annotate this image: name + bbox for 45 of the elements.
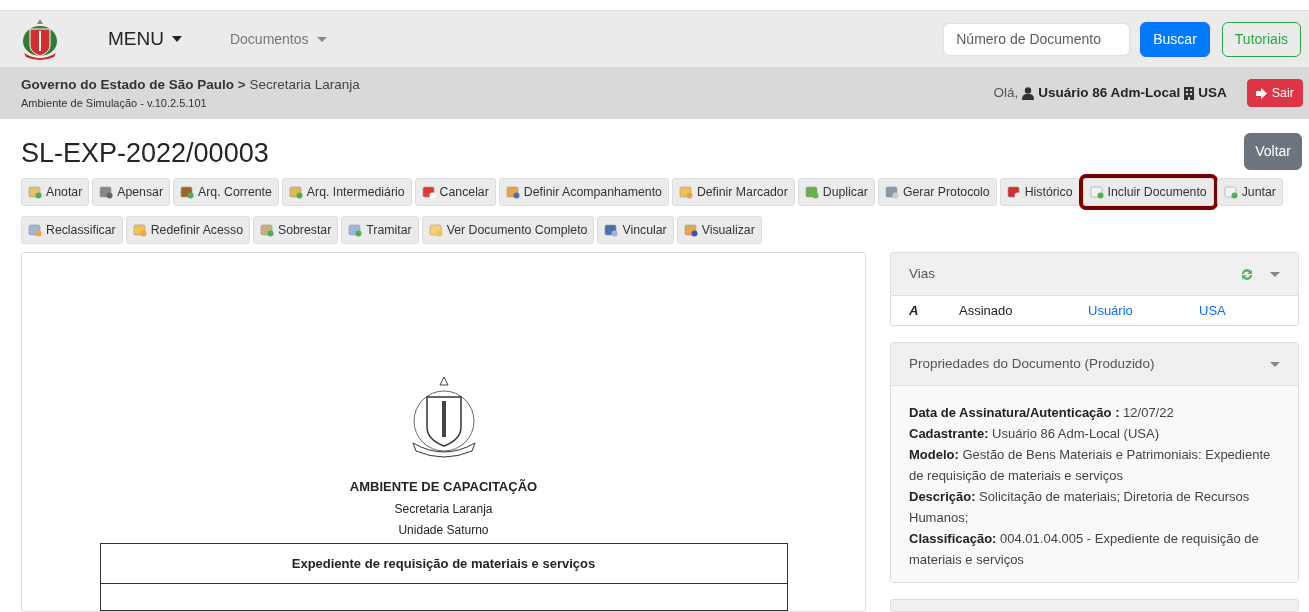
greeting-text: Olá, (993, 83, 1019, 102)
property-text: Cadastrante: Usuário 86 Adm-Local (USA) (909, 425, 1160, 443)
property-text: Data de Assinatura/Autenticação : 12/07/22 (909, 404, 1175, 422)
action-button[interactable]: Arq. Intermediário (281, 178, 412, 206)
property-text: Modelo: Gestão de Bens Materiais e Patrimoniais: Expediente de requisição de materiais e serviços (909, 446, 1272, 485)
document-number-field[interactable]: Número de Documento (943, 22, 1131, 56)
menu-dropdown[interactable]: MENU (108, 24, 182, 54)
action-button[interactable]: Visualizar (676, 216, 762, 244)
unit-name: USA (1198, 83, 1227, 102)
action-button[interactable]: Cancelar (414, 178, 496, 206)
department-name: Secretaria Laranja (394, 500, 493, 518)
document-title: SL-EXP-2022/00003 (21, 137, 269, 170)
action-button[interactable]: Tramitar (341, 216, 419, 244)
form-title: Expediente de requisição de materiais e serviços (100, 543, 787, 584)
via-status: Assinado (959, 301, 1014, 320)
user-link[interactable]: Usuário (1088, 300, 1199, 321)
documents-dropdown[interactable]: Documentos (229, 28, 327, 50)
back-button[interactable]: Voltar (1244, 133, 1302, 170)
action-button[interactable]: Vincular (597, 216, 674, 244)
logout-button[interactable]: Sair (1246, 78, 1303, 108)
action-button[interactable]: Redefinir Acesso (125, 216, 250, 244)
property-text: Descrição: Solicitação de materiais; Diretoria de Recursos Humanos; (909, 488, 1251, 527)
action-button[interactable]: Definir Marcador (671, 178, 795, 206)
card-title: Propriedades do Documento (Produzido) (909, 354, 1155, 373)
action-button[interactable]: Juntar (1216, 178, 1283, 206)
card-title: Vias (909, 264, 936, 283)
action-button[interactable]: Anotar (21, 178, 90, 206)
action-button[interactable]: Arq. Corrente (173, 178, 279, 206)
action-button[interactable]: Gerar Protocolo (877, 178, 997, 206)
document-header: AMBIENTE DE CAPACITAÇÃO (349, 478, 538, 496)
action-button[interactable]: Reclassificar (21, 216, 123, 244)
action-button[interactable]: Duplicar (797, 178, 875, 206)
breadcrumb-text: Governo do Estado de São Paulo > Secretaria Laranja (21, 75, 360, 94)
action-button[interactable]: Definir Acompanhamento (498, 178, 669, 206)
user-name: Usuário 86 Adm-Local (1038, 83, 1181, 102)
search-button[interactable]: Buscar (1140, 21, 1210, 57)
property-text: Classificação: 004.01.04.005 - Expediente de requisição de materiais e serviços (909, 530, 1260, 569)
action-button[interactable]: Histórico (999, 178, 1080, 206)
action-button[interactable]: Ver Documento Completo (421, 216, 595, 244)
unit-name: Unidade Saturno (398, 521, 489, 539)
action-button[interactable]: Apensar (92, 178, 171, 206)
unit-link[interactable]: USA (1199, 300, 1226, 321)
via-letter: A (909, 301, 920, 320)
action-button[interactable]: Sobrestar (253, 216, 339, 244)
environment-version-text: Ambiente de Simulação - v.10.2.5.101 (21, 95, 208, 111)
